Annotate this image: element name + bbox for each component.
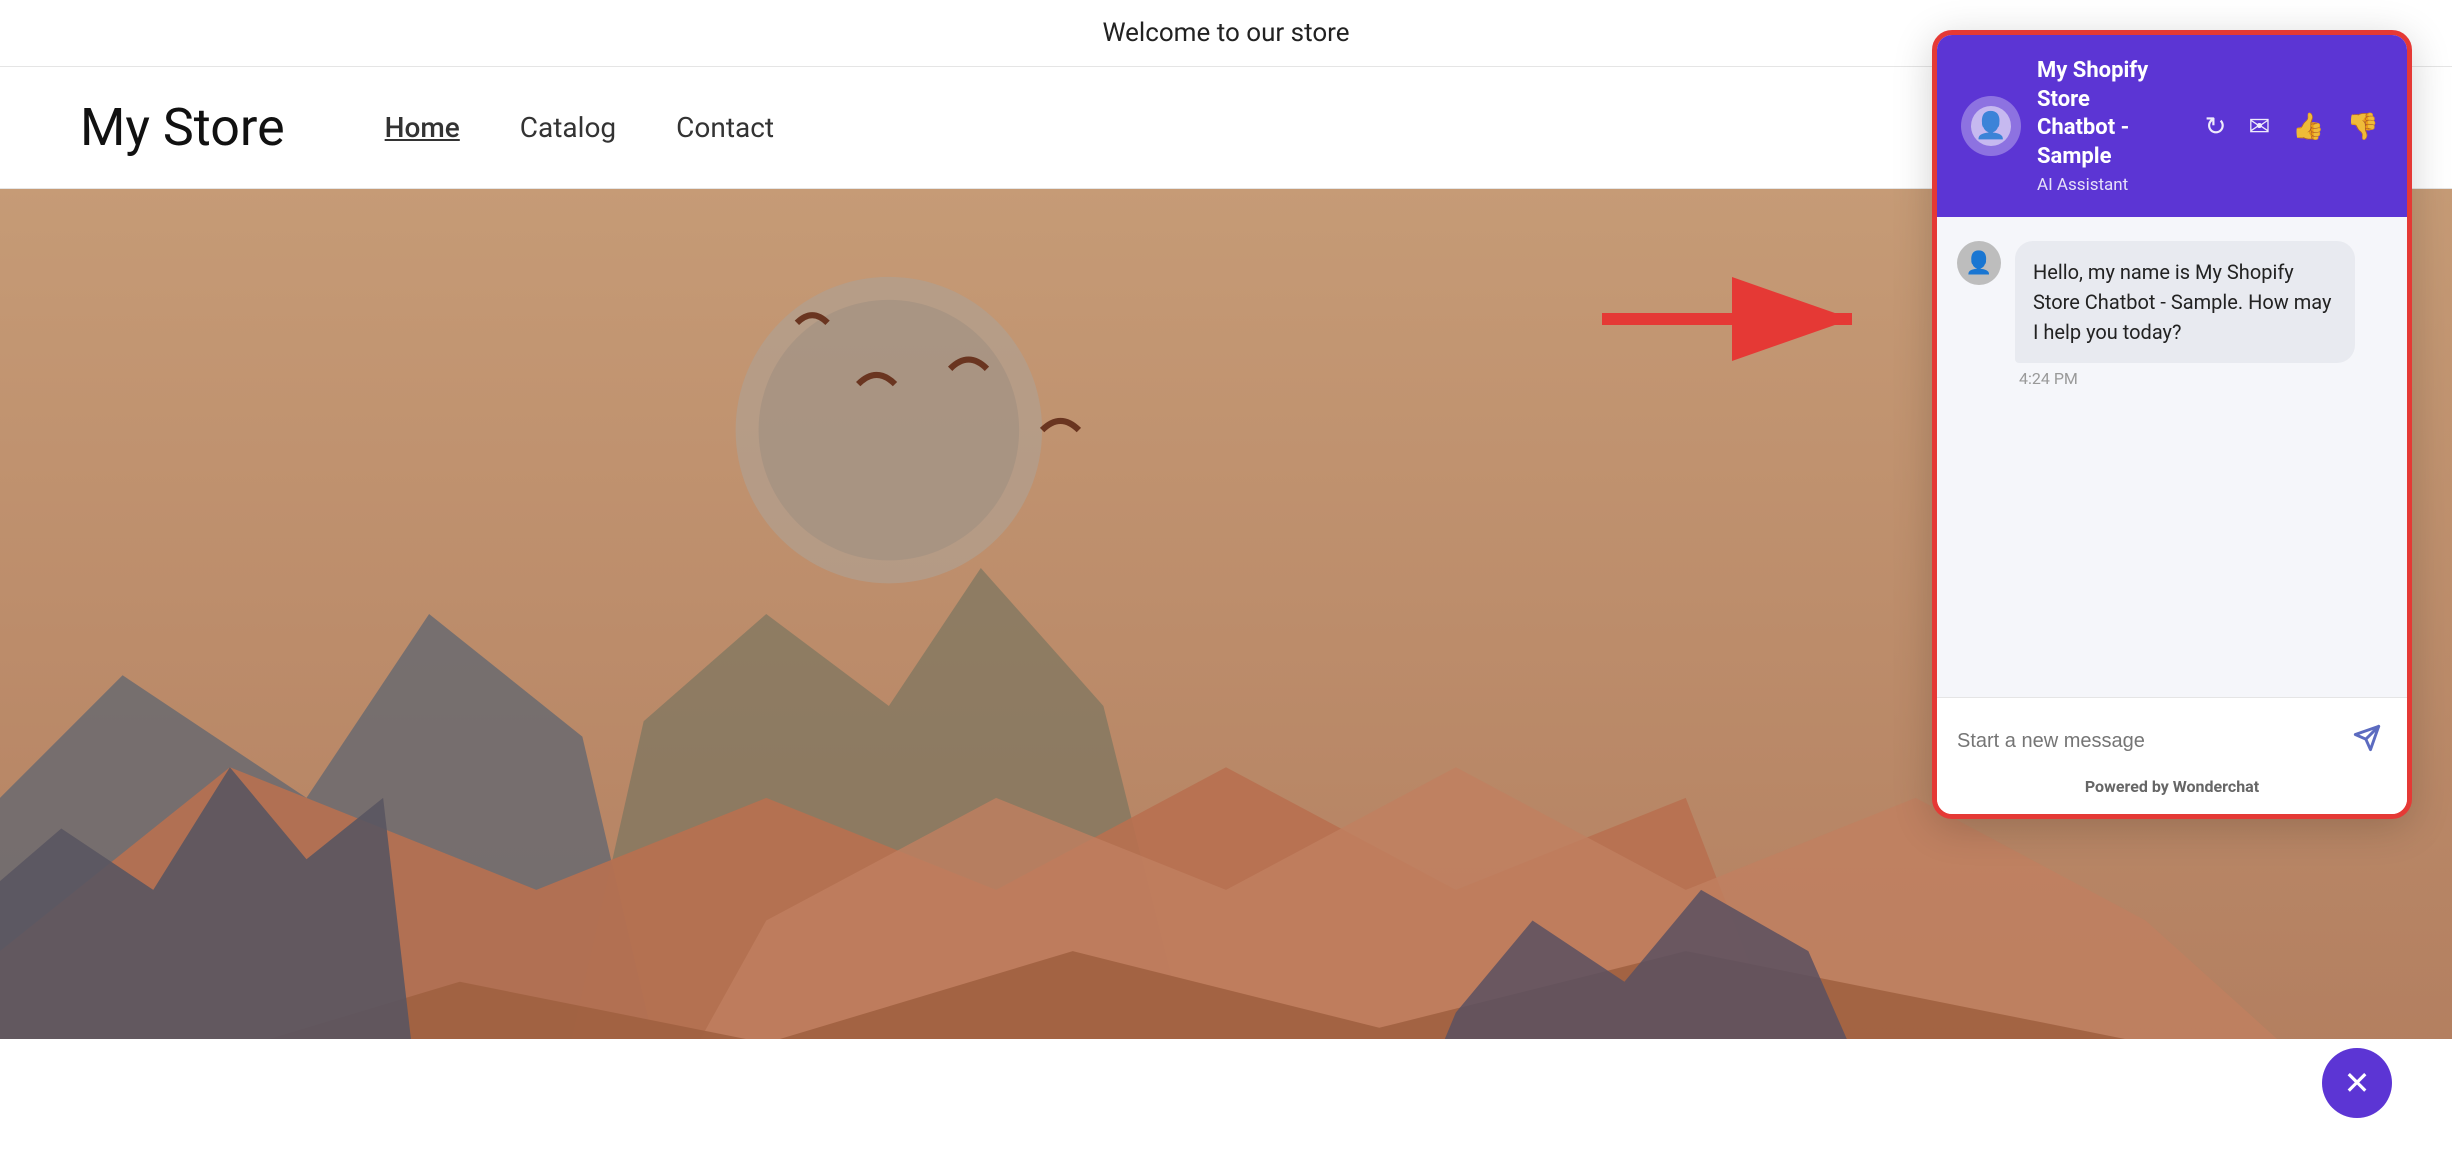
message-time: 4:24 PM [2015, 369, 2355, 388]
chat-input[interactable] [1957, 722, 2335, 761]
message-bubble-wrapper: Hello, my name is My Shopify Store Chatb… [2015, 241, 2355, 388]
chat-body: 👤 Hello, my name is My Shopify Store Cha… [1937, 217, 2407, 697]
message-avatar-icon: 👤 [1965, 251, 1992, 276]
thumbup-button[interactable]: 👍 [2288, 107, 2328, 146]
nav-link-catalog[interactable]: Catalog [520, 111, 616, 144]
chat-title-line1: My Shopify Store [2037, 57, 2185, 114]
nav-links: Home Catalog Contact [385, 111, 774, 144]
chat-send-button[interactable] [2347, 718, 2387, 765]
chat-header-actions: ↻ ✉ 👍 👎 [2201, 107, 2383, 146]
email-button[interactable]: ✉ [2244, 107, 2274, 146]
powered-prefix: Powered by [2085, 777, 2173, 796]
announcement-text: Welcome to our store [1102, 18, 1349, 48]
store-logo: My Store [80, 97, 285, 158]
chat-input-area: Powered by Wonderchat [1937, 697, 2407, 814]
nav-link-contact[interactable]: Contact [676, 111, 774, 144]
nav-link-home[interactable]: Home [385, 111, 460, 144]
chat-header-info: My Shopify Store Chatbot - Sample AI Ass… [2037, 57, 2185, 195]
message-bubble: Hello, my name is My Shopify Store Chatb… [2015, 241, 2355, 363]
arrow-indicator [1592, 269, 1892, 369]
thumbdown-button[interactable]: 👎 [2343, 107, 2383, 146]
chat-title-line2: Chatbot - Sample [2037, 114, 2185, 171]
chat-widget: 👤 My Shopify Store Chatbot - Sample AI A… [1932, 30, 2412, 819]
powered-by-text: Powered by Wonderchat [1957, 765, 2387, 804]
chatbot-avatar: 👤 [1961, 96, 2021, 156]
powered-brand: Wonderchat [2173, 777, 2259, 796]
avatar-inner: 👤 [1971, 106, 2011, 146]
chat-message-row: 👤 Hello, my name is My Shopify Store Cha… [1957, 241, 2387, 388]
chat-close-button[interactable]: ✕ [2322, 1048, 2392, 1118]
refresh-button[interactable]: ↻ [2201, 107, 2231, 146]
avatar-icon: 👤 [1975, 111, 2007, 141]
message-avatar: 👤 [1957, 241, 2001, 285]
chat-header-badge: AI Assistant [2037, 175, 2185, 195]
chat-input-row [1957, 718, 2387, 765]
chat-header: 👤 My Shopify Store Chatbot - Sample AI A… [1937, 35, 2407, 217]
